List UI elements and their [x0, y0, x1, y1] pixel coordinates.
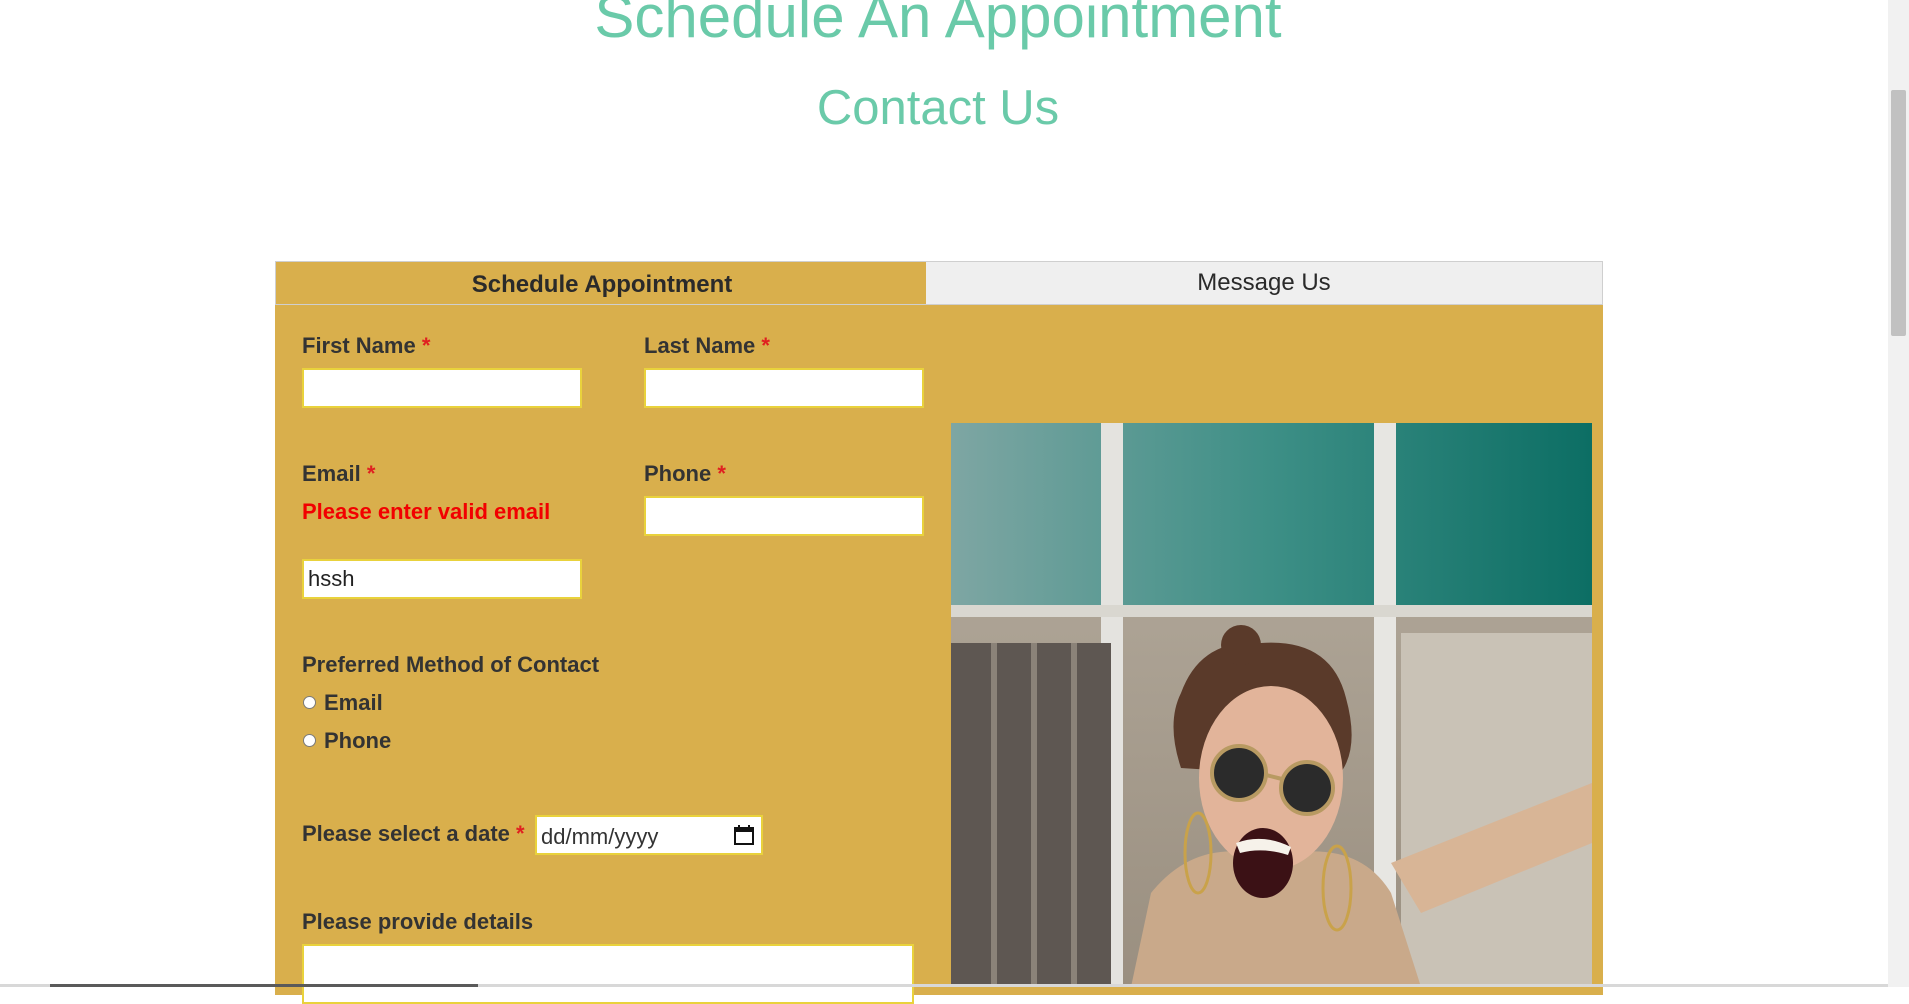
tab-schedule-appointment[interactable]: Schedule Appointment — [276, 262, 926, 304]
email-radio[interactable] — [303, 696, 316, 709]
woman-photo-illustration — [951, 423, 1592, 987]
first-name-label: First Name * — [302, 333, 430, 359]
last-name-label: Last Name * — [644, 333, 770, 359]
phone-radio-label: Phone — [324, 728, 392, 753]
details-textarea[interactable] — [302, 944, 914, 1004]
scrollbar-thumb[interactable] — [1891, 90, 1906, 336]
page-title: Schedule An Appointment — [594, 0, 1282, 50]
phone-label: Phone * — [644, 461, 726, 487]
required-mark: * — [421, 333, 431, 358]
email-label: Email * — [302, 461, 375, 487]
phone-radio[interactable] — [303, 734, 316, 747]
contact-method-label: Preferred Method of Contact — [302, 652, 600, 677]
tab-message-us[interactable]: Message Us — [926, 262, 1602, 304]
required-mark: * — [717, 461, 726, 486]
first-name-input[interactable] — [302, 368, 582, 408]
last-name-label-text: Last Name — [644, 333, 756, 358]
date-placeholder: dd/mm/yyyy — [541, 824, 659, 849]
email-input[interactable] — [302, 559, 582, 599]
required-mark: * — [516, 821, 525, 846]
vertical-scrollbar[interactable] — [1888, 0, 1909, 987]
date-input[interactable]: dd/mm/yyyy — [535, 815, 763, 855]
email-radio-label: Email — [324, 690, 383, 715]
details-label: Please provide details — [302, 909, 534, 934]
email-label-text: Email — [302, 461, 361, 486]
calendar-icon[interactable] — [733, 824, 755, 846]
contact-method-phone-option[interactable]: Phone — [303, 728, 423, 758]
date-label: Please select a date * — [302, 821, 525, 847]
required-mark: * — [366, 461, 376, 486]
phone-input[interactable] — [644, 496, 924, 536]
date-label-text: Please select a date — [302, 821, 510, 846]
page-subtitle: Contact Us — [816, 81, 1060, 135]
email-error-message: Please enter valid email — [302, 499, 551, 524]
phone-label-text: Phone — [644, 461, 712, 486]
first-name-label-text: First Name — [302, 333, 416, 358]
last-name-input[interactable] — [644, 368, 924, 408]
woman-photo — [951, 423, 1592, 987]
tab-bar: Schedule Appointment Message Us — [275, 261, 1603, 305]
required-mark: * — [761, 333, 770, 358]
contact-method-email-option[interactable]: Email — [303, 690, 423, 720]
